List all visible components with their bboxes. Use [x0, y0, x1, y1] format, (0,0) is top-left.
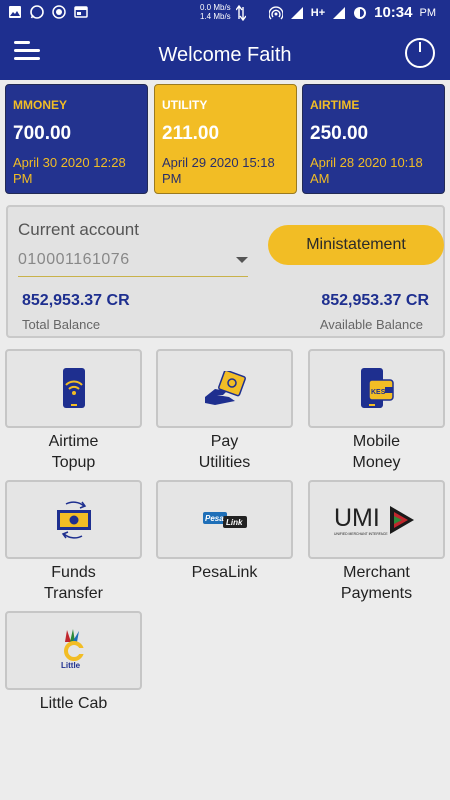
money-transfer-icon	[56, 500, 91, 539]
account-panel: Current account 010001161076 Ministateme…	[6, 205, 445, 338]
clock-ampm: PM	[419, 6, 437, 19]
tile-icon-box: KES	[308, 349, 445, 428]
battery-saver-icon	[354, 6, 367, 19]
tile-label-line2: Payments	[340, 585, 413, 602]
card-label: UTILITY	[162, 98, 208, 112]
status-bar: 0.0 Mb/s 1.4 Mb/s H+ 10:34 PM	[0, 0, 450, 26]
tile-mobile-money[interactable]: KES Mobile Money	[308, 349, 445, 473]
tile-icon-box	[5, 480, 142, 559]
tile-label: PesaLink	[156, 562, 293, 583]
account-select[interactable]: 010001161076	[18, 247, 248, 277]
tile-funds-transfer[interactable]: Funds Transfer	[5, 480, 142, 604]
tile-airtime-topup[interactable]: Airtime Topup	[5, 349, 142, 473]
record-icon	[52, 5, 66, 19]
card-date-line2: PM	[13, 171, 33, 186]
card-label: AIRTIME	[310, 98, 360, 112]
card-mmoney[interactable]: MMONEY 700.00 April 30 2020 12:28 PM	[5, 84, 148, 194]
upload-speed: 0.0 Mb/s	[200, 3, 231, 12]
card-date: April 28 2020 10:18 AM	[310, 155, 437, 187]
tile-label-line1: Funds	[51, 564, 96, 581]
card-date-line2: AM	[310, 171, 330, 186]
card-date-line1: April 28 2020 10:18	[310, 155, 423, 170]
tile-label-line1: Little Cab	[39, 695, 108, 712]
ministatement-button[interactable]: Ministatement	[268, 225, 444, 265]
tile-label-line2: Utilities	[198, 454, 251, 471]
card-date-line2: PM	[162, 171, 182, 186]
tile-label-line2: Money	[352, 454, 401, 471]
card-date: April 30 2020 12:28 PM	[13, 155, 140, 187]
status-right: H+ 10:34 PM	[268, 4, 437, 21]
card-amount: 211.00	[162, 123, 220, 144]
total-balance-label: Total Balance	[22, 317, 101, 332]
little-text: Little	[61, 661, 81, 670]
tile-icon-box: Pesa Link	[156, 480, 293, 559]
tile-label-line1: Merchant	[343, 564, 410, 581]
tile-label-line1: Mobile	[352, 433, 401, 450]
phone-wifi-icon	[62, 367, 85, 408]
umi-text: UMI	[334, 504, 380, 532]
network-speed: 0.0 Mb/s 1.4 Mb/s	[200, 3, 231, 21]
umi-subtext: UNIFIED MERCHANT INTERFACE	[334, 532, 388, 536]
card-date-line1: April 29 2020 15:18	[162, 155, 275, 170]
available-balance-label: Available Balance	[319, 317, 423, 332]
tile-label: Little Cab	[5, 693, 142, 714]
pesalink-text-a: Pesa	[205, 514, 224, 523]
tile-label: Pay Utilities	[156, 431, 293, 473]
little-logo: Little	[61, 628, 84, 670]
page-title: Welcome Faith	[158, 44, 292, 66]
card-amount: 250.00	[310, 123, 369, 144]
tile-little-cab[interactable]: Little Little Cab	[5, 611, 142, 714]
phone-wallet-icon: KES	[360, 367, 394, 408]
data-arrows-icon	[236, 5, 246, 21]
tile-label-line2: Topup	[51, 454, 96, 471]
pesalink-text-b: Link	[226, 518, 243, 527]
card-date-line1: April 30 2020 12:28	[13, 155, 126, 170]
tile-label-line1: Pay	[210, 433, 239, 450]
tile-label: Mobile Money	[308, 431, 445, 473]
tile-pay-utilities[interactable]: Pay Utilities	[156, 349, 293, 473]
account-title: Current account	[18, 220, 139, 239]
tile-merchant-payments[interactable]: UMI UNIFIED MERCHANT INTERFACE Merchant …	[308, 480, 445, 604]
card-date: April 29 2020 15:18 PM	[162, 155, 289, 187]
browser-icon	[74, 6, 88, 18]
gallery-icon	[9, 6, 21, 18]
tile-label: Funds Transfer	[5, 562, 142, 604]
wallet-kes-text: KES	[371, 389, 386, 396]
power-icon[interactable]	[404, 37, 436, 69]
tile-label: Airtime Topup	[5, 431, 142, 473]
chevron-down-icon	[236, 257, 248, 263]
available-balance-value: 852,953.37 CR	[321, 292, 429, 309]
tile-icon-box: Little	[5, 611, 142, 690]
account-number: 010001161076	[18, 251, 130, 268]
card-utility[interactable]: UTILITY 211.00 April 29 2020 15:18 PM	[154, 84, 297, 194]
signal-2-icon	[333, 6, 346, 19]
hotspot-icon	[268, 5, 283, 19]
card-amount: 700.00	[13, 123, 72, 144]
card-airtime[interactable]: AIRTIME 250.00 April 28 2020 10:18 AM	[302, 84, 445, 194]
download-speed: 1.4 Mb/s	[200, 12, 231, 21]
tile-label-line1: Airtime	[48, 433, 99, 450]
network-type: H+	[310, 6, 326, 19]
pesalink-logo: Pesa Link	[202, 511, 247, 528]
card-label: MMONEY	[13, 98, 67, 112]
clock: 10:34	[374, 4, 413, 21]
hand-bill-icon	[204, 370, 246, 405]
tile-label-line2: Transfer	[44, 585, 103, 602]
whatsapp-icon	[30, 5, 44, 19]
tile-icon-box: UMI UNIFIED MERCHANT INTERFACE	[308, 480, 445, 559]
app-header: Welcome Faith	[0, 26, 450, 80]
tile-icon-box	[5, 349, 142, 428]
notification-icons	[8, 5, 88, 19]
signal-icon	[290, 6, 303, 19]
tile-pesalink[interactable]: Pesa Link PesaLink	[156, 480, 293, 583]
total-balance-value: 852,953.37 CR	[22, 292, 130, 309]
umi-logo: UMI UNIFIED MERCHANT INTERFACE	[334, 504, 414, 536]
tile-icon-box	[156, 349, 293, 428]
tile-label: Merchant Payments	[308, 562, 445, 604]
tile-label-line1: PesaLink	[191, 564, 258, 581]
